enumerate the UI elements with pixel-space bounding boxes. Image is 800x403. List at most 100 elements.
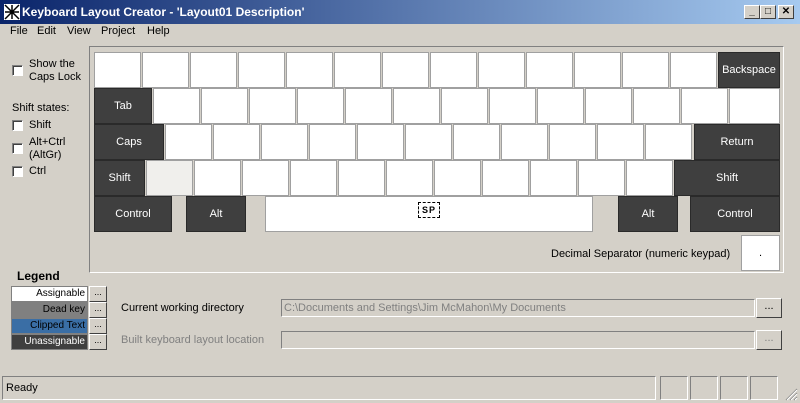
key[interactable]: [242, 160, 289, 196]
legend-clipped-text: Clipped Text: [11, 318, 88, 334]
key[interactable]: [537, 88, 584, 124]
key[interactable]: [297, 88, 344, 124]
key[interactable]: [681, 88, 728, 124]
menu-view[interactable]: View: [67, 25, 91, 37]
key[interactable]: [578, 160, 625, 196]
resize-grip-icon[interactable]: [784, 387, 798, 401]
key[interactable]: [597, 124, 644, 160]
key[interactable]: [249, 88, 296, 124]
key[interactable]: [357, 124, 404, 160]
show-caps-lock-label-1: Show the: [29, 58, 75, 70]
menu-project[interactable]: Project: [101, 25, 135, 37]
legend-dead-key: Dead key: [11, 302, 88, 318]
key[interactable]: [729, 88, 780, 124]
key[interactable]: [574, 52, 621, 88]
shift-checkbox[interactable]: [12, 120, 23, 131]
key[interactable]: [633, 88, 680, 124]
key[interactable]: [526, 52, 573, 88]
key[interactable]: [549, 124, 596, 160]
key[interactable]: [626, 160, 673, 196]
close-button[interactable]: ✕: [778, 5, 794, 19]
ctrl-checkbox[interactable]: [12, 166, 23, 177]
key[interactable]: [382, 52, 429, 88]
title-bar: Keyboard Layout Creator - 'Layout01 Desc…: [0, 0, 800, 24]
status-pane: [720, 376, 748, 400]
menu-file[interactable]: File: [10, 25, 28, 37]
app-icon: [4, 4, 20, 20]
altgr-label-2: (AltGr): [29, 149, 62, 161]
key[interactable]: [165, 124, 212, 160]
minimize-button[interactable]: _: [744, 5, 760, 19]
key[interactable]: [645, 124, 692, 160]
key-backspace[interactable]: Backspace: [718, 52, 780, 88]
working-dir-browse-button[interactable]: ...: [756, 298, 782, 318]
key[interactable]: [482, 160, 529, 196]
altgr-checkbox[interactable]: [12, 143, 23, 154]
key[interactable]: [441, 88, 488, 124]
legend-unassignable-button[interactable]: ...: [89, 334, 107, 350]
key-left-shift[interactable]: Shift: [94, 160, 145, 196]
key-decimal-separator[interactable]: .: [741, 235, 780, 271]
key[interactable]: [94, 52, 141, 88]
key[interactable]: [670, 52, 717, 88]
key[interactable]: [238, 52, 285, 88]
status-pane: [660, 376, 688, 400]
menu-edit[interactable]: Edit: [37, 25, 56, 37]
key[interactable]: [430, 52, 477, 88]
key[interactable]: [501, 124, 548, 160]
show-caps-lock-checkbox[interactable]: [12, 65, 23, 76]
space-marker: SP: [418, 202, 440, 218]
legend-heading: Legend: [17, 269, 60, 283]
key[interactable]: [213, 124, 260, 160]
key[interactable]: [585, 88, 632, 124]
key[interactable]: [286, 52, 333, 88]
key[interactable]: [309, 124, 356, 160]
key[interactable]: [386, 160, 433, 196]
key-return[interactable]: Return: [694, 124, 780, 160]
key[interactable]: [290, 160, 337, 196]
key-right-control[interactable]: Control: [690, 196, 780, 232]
build-location-browse-button[interactable]: ...: [756, 330, 782, 350]
key[interactable]: [142, 52, 189, 88]
maximize-button[interactable]: □: [760, 5, 776, 19]
key[interactable]: [334, 52, 381, 88]
key[interactable]: [201, 88, 248, 124]
legend-assignable-button[interactable]: ...: [89, 286, 107, 302]
working-dir-field[interactable]: C:\Documents and Settings\Jim McMahon\My…: [281, 299, 755, 317]
status-text: Ready: [6, 382, 38, 394]
status-bar: Ready: [0, 373, 800, 403]
key[interactable]: [453, 124, 500, 160]
legend-clipped-text-button[interactable]: ...: [89, 318, 107, 334]
build-location-label: Built keyboard layout location: [121, 334, 265, 346]
status-pane-main: Ready: [2, 376, 656, 400]
key[interactable]: [405, 124, 452, 160]
window-title: Keyboard Layout Creator - 'Layout01 Desc…: [22, 5, 305, 19]
key[interactable]: [393, 88, 440, 124]
legend-dead-key-button[interactable]: ...: [89, 302, 107, 318]
legend-unassignable: Unassignable: [11, 334, 88, 350]
key[interactable]: [530, 160, 577, 196]
key-caps[interactable]: Caps: [94, 124, 164, 160]
build-location-field[interactable]: [281, 331, 755, 349]
key[interactable]: [153, 88, 200, 124]
key-right-alt[interactable]: Alt: [618, 196, 678, 232]
key[interactable]: [478, 52, 525, 88]
key[interactable]: [338, 160, 385, 196]
ctrl-label: Ctrl: [29, 165, 47, 177]
key[interactable]: [622, 52, 669, 88]
key-tab[interactable]: Tab: [94, 88, 152, 124]
altgr-label-1: Alt+Ctrl: [29, 136, 66, 148]
key[interactable]: [345, 88, 392, 124]
key[interactable]: [146, 160, 193, 196]
key[interactable]: [434, 160, 481, 196]
decimal-separator-label: Decimal Separator (numeric keypad): [551, 248, 731, 260]
status-pane: [690, 376, 718, 400]
key-left-control[interactable]: Control: [94, 196, 172, 232]
key-right-shift[interactable]: Shift: [674, 160, 780, 196]
key[interactable]: [190, 52, 237, 88]
menu-help[interactable]: Help: [147, 25, 170, 37]
key[interactable]: [194, 160, 241, 196]
key[interactable]: [489, 88, 536, 124]
key[interactable]: [261, 124, 308, 160]
key-left-alt[interactable]: Alt: [186, 196, 246, 232]
